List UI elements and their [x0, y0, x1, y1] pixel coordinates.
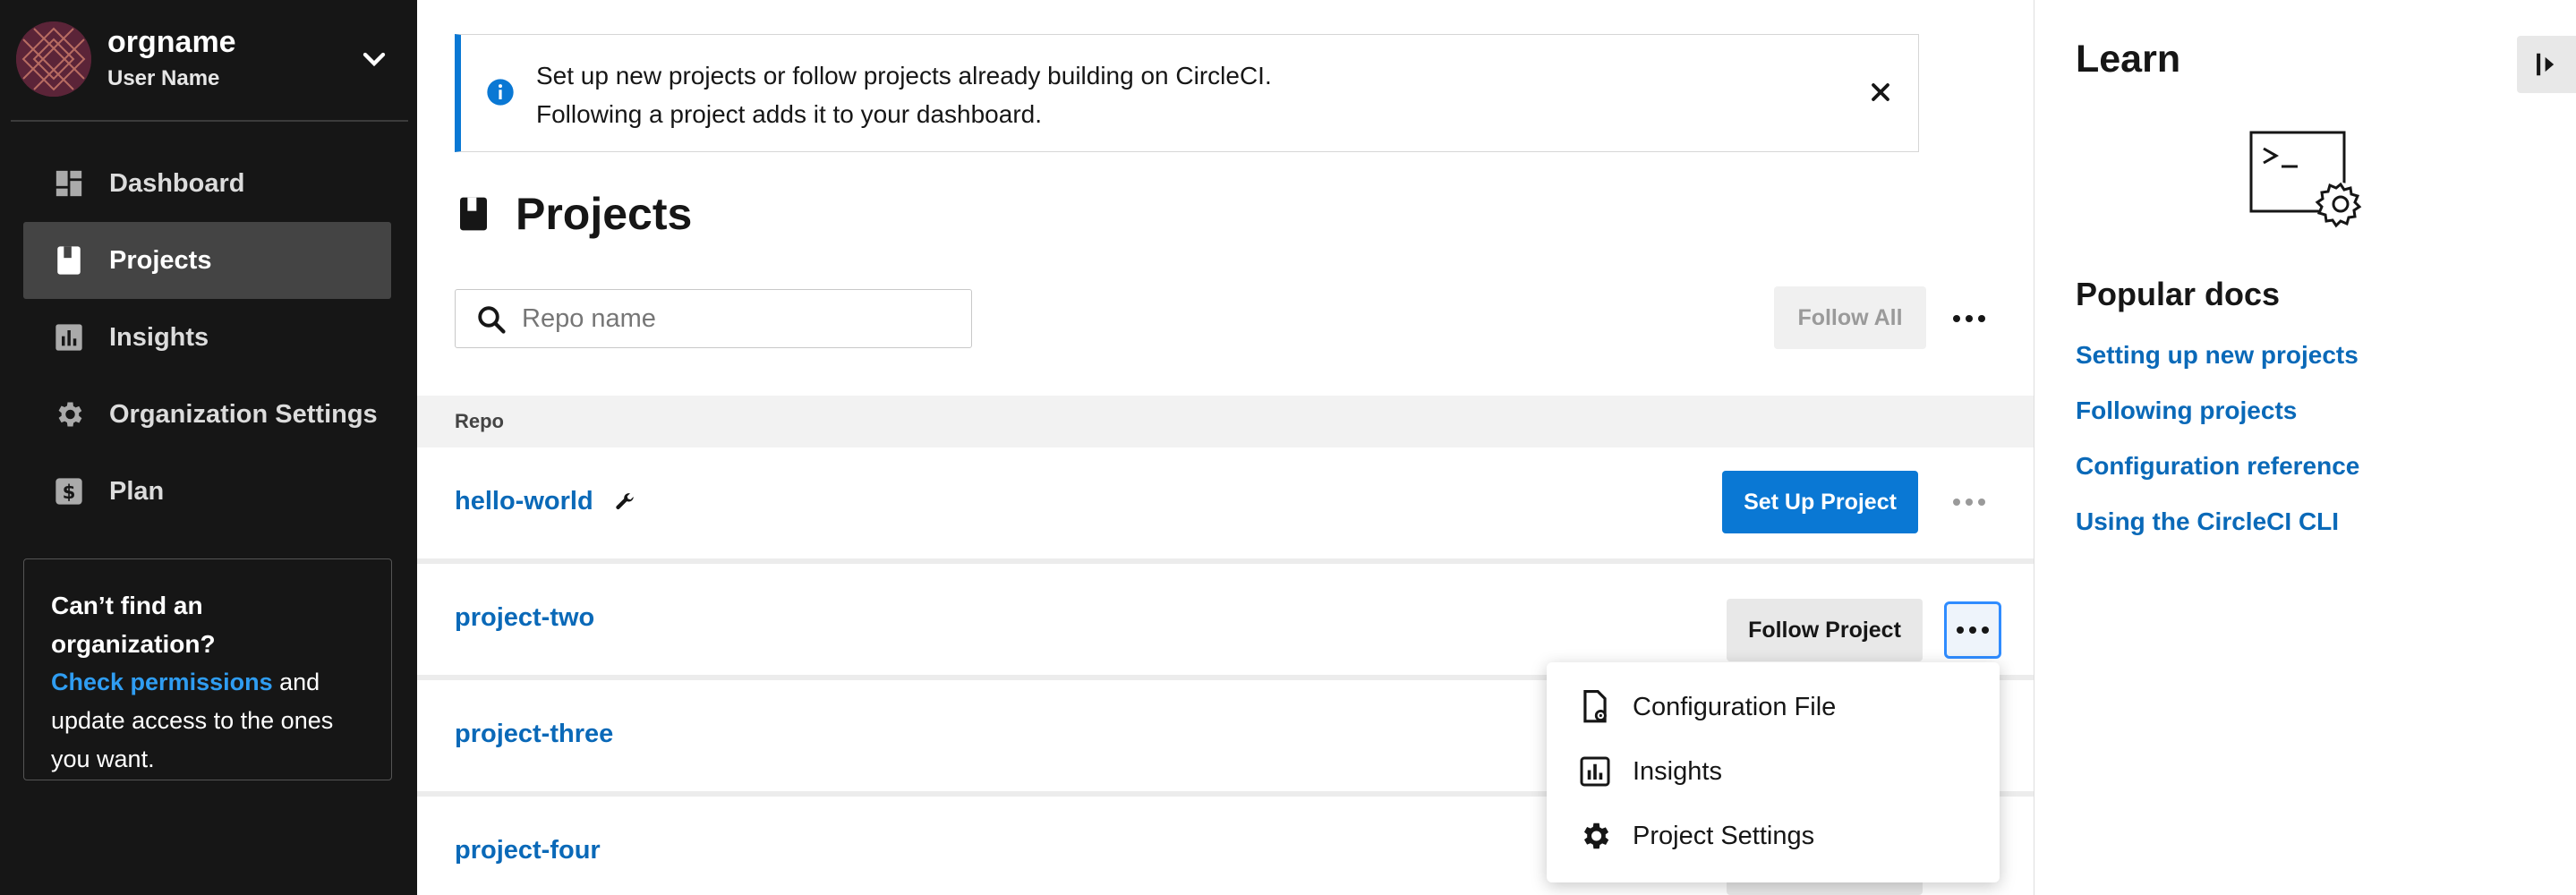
- sidebar-divider: [11, 120, 408, 122]
- sidebar-nav: Dashboard Projects Insights Organization…: [23, 145, 391, 530]
- page-title-text: Projects: [516, 189, 693, 239]
- sidebar-item-plan[interactable]: $ Plan: [23, 453, 391, 530]
- sidebar-item-label: Insights: [109, 322, 209, 352]
- popular-docs-list: Setting up new projects Following projec…: [2076, 340, 2359, 562]
- gear-icon: [1577, 818, 1613, 854]
- menu-item-label: Insights: [1633, 756, 1722, 786]
- banner-line-1: Set up new projects or follow projects a…: [536, 62, 1272, 90]
- info-banner: Set up new projects or follow projects a…: [455, 34, 1919, 152]
- svg-text:$: $: [63, 482, 76, 504]
- row-more-options-button[interactable]: [1942, 475, 1996, 529]
- dollar-icon: $: [52, 474, 86, 508]
- chevron-down-icon[interactable]: [356, 41, 392, 77]
- repo-link[interactable]: hello-world: [455, 487, 636, 516]
- wrench-icon: [616, 493, 634, 510]
- check-permissions-link[interactable]: Check permissions: [51, 669, 273, 695]
- search-icon: [478, 306, 506, 334]
- org-help-card: Can’t find an organization? Check permis…: [23, 558, 392, 780]
- doc-link[interactable]: Using the CircleCI CLI: [2076, 507, 2359, 562]
- terminal-gear-icon: [2249, 131, 2362, 228]
- page-title: Projects: [458, 188, 692, 240]
- org-switcher[interactable]: orgname User Name: [16, 21, 401, 100]
- gear-icon: [52, 397, 86, 431]
- insights-icon: [1577, 754, 1613, 789]
- collapse-panel-icon: [2537, 53, 2555, 76]
- dashboard-icon: [52, 166, 86, 200]
- close-icon[interactable]: [1866, 78, 1895, 107]
- sidebar-item-label: Dashboard: [109, 168, 245, 198]
- sidebar-item-label: Plan: [109, 476, 165, 506]
- repo-link[interactable]: project-three: [455, 720, 613, 749]
- popular-docs-title: Popular docs: [2076, 276, 2281, 312]
- config-file-icon: [1577, 689, 1613, 725]
- help-title: Can’t find an organization?: [51, 592, 216, 658]
- learn-title: Learn: [2076, 38, 2181, 81]
- doc-link[interactable]: Configuration reference: [2076, 451, 2359, 507]
- table-header: Repo: [417, 396, 2034, 448]
- menu-item-configuration-file[interactable]: Configuration File: [1577, 684, 1836, 730]
- menu-item-label: Project Settings: [1633, 821, 1815, 850]
- menu-item-label: Configuration File: [1633, 692, 1837, 721]
- sidebar-item-dashboard[interactable]: Dashboard: [23, 145, 391, 222]
- doc-link[interactable]: Setting up new projects: [2076, 340, 2359, 396]
- sidebar: orgname User Name Dashboard Projects Ins…: [0, 0, 417, 895]
- repo-link[interactable]: project-four: [455, 836, 601, 865]
- menu-item-insights[interactable]: Insights: [1577, 748, 1722, 795]
- sidebar-item-projects[interactable]: Projects: [23, 222, 391, 299]
- column-header-repo: Repo: [455, 410, 504, 432]
- user-name: User Name: [107, 66, 220, 90]
- learn-panel: Learn Popular docs Setting up new projec…: [2034, 0, 2576, 895]
- sidebar-item-label: Projects: [109, 245, 212, 275]
- repo-search[interactable]: [455, 289, 972, 348]
- sidebar-item-label: Organization Settings: [109, 399, 378, 429]
- info-icon: [487, 79, 514, 106]
- book-icon: [460, 197, 487, 231]
- banner-line-2: Following a project adds it to your dash…: [536, 100, 1042, 128]
- org-avatar: [16, 21, 91, 97]
- sidebar-item-insights[interactable]: Insights: [23, 299, 391, 376]
- sidebar-item-organization-settings[interactable]: Organization Settings: [23, 376, 391, 453]
- row-options-menu: Configuration File Insights Project Sett…: [1547, 662, 2000, 882]
- org-name: orgname: [107, 25, 236, 59]
- book-icon: [52, 243, 86, 277]
- repo-link[interactable]: project-two: [455, 603, 594, 633]
- collapse-panel-button[interactable]: [2517, 36, 2576, 93]
- follow-all-button[interactable]: Follow All: [1774, 286, 1926, 349]
- row-more-options-button[interactable]: [1944, 601, 2001, 659]
- more-options-button[interactable]: [1942, 292, 1996, 345]
- follow-project-button[interactable]: Follow Project: [1727, 599, 1923, 661]
- menu-item-project-settings[interactable]: Project Settings: [1577, 813, 1814, 859]
- set-up-project-button[interactable]: Set Up Project: [1722, 471, 1918, 533]
- banner-text: Set up new projects or follow projects a…: [536, 56, 1272, 133]
- search-input[interactable]: [522, 297, 951, 340]
- insights-icon: [52, 320, 86, 354]
- doc-link[interactable]: Following projects: [2076, 396, 2359, 451]
